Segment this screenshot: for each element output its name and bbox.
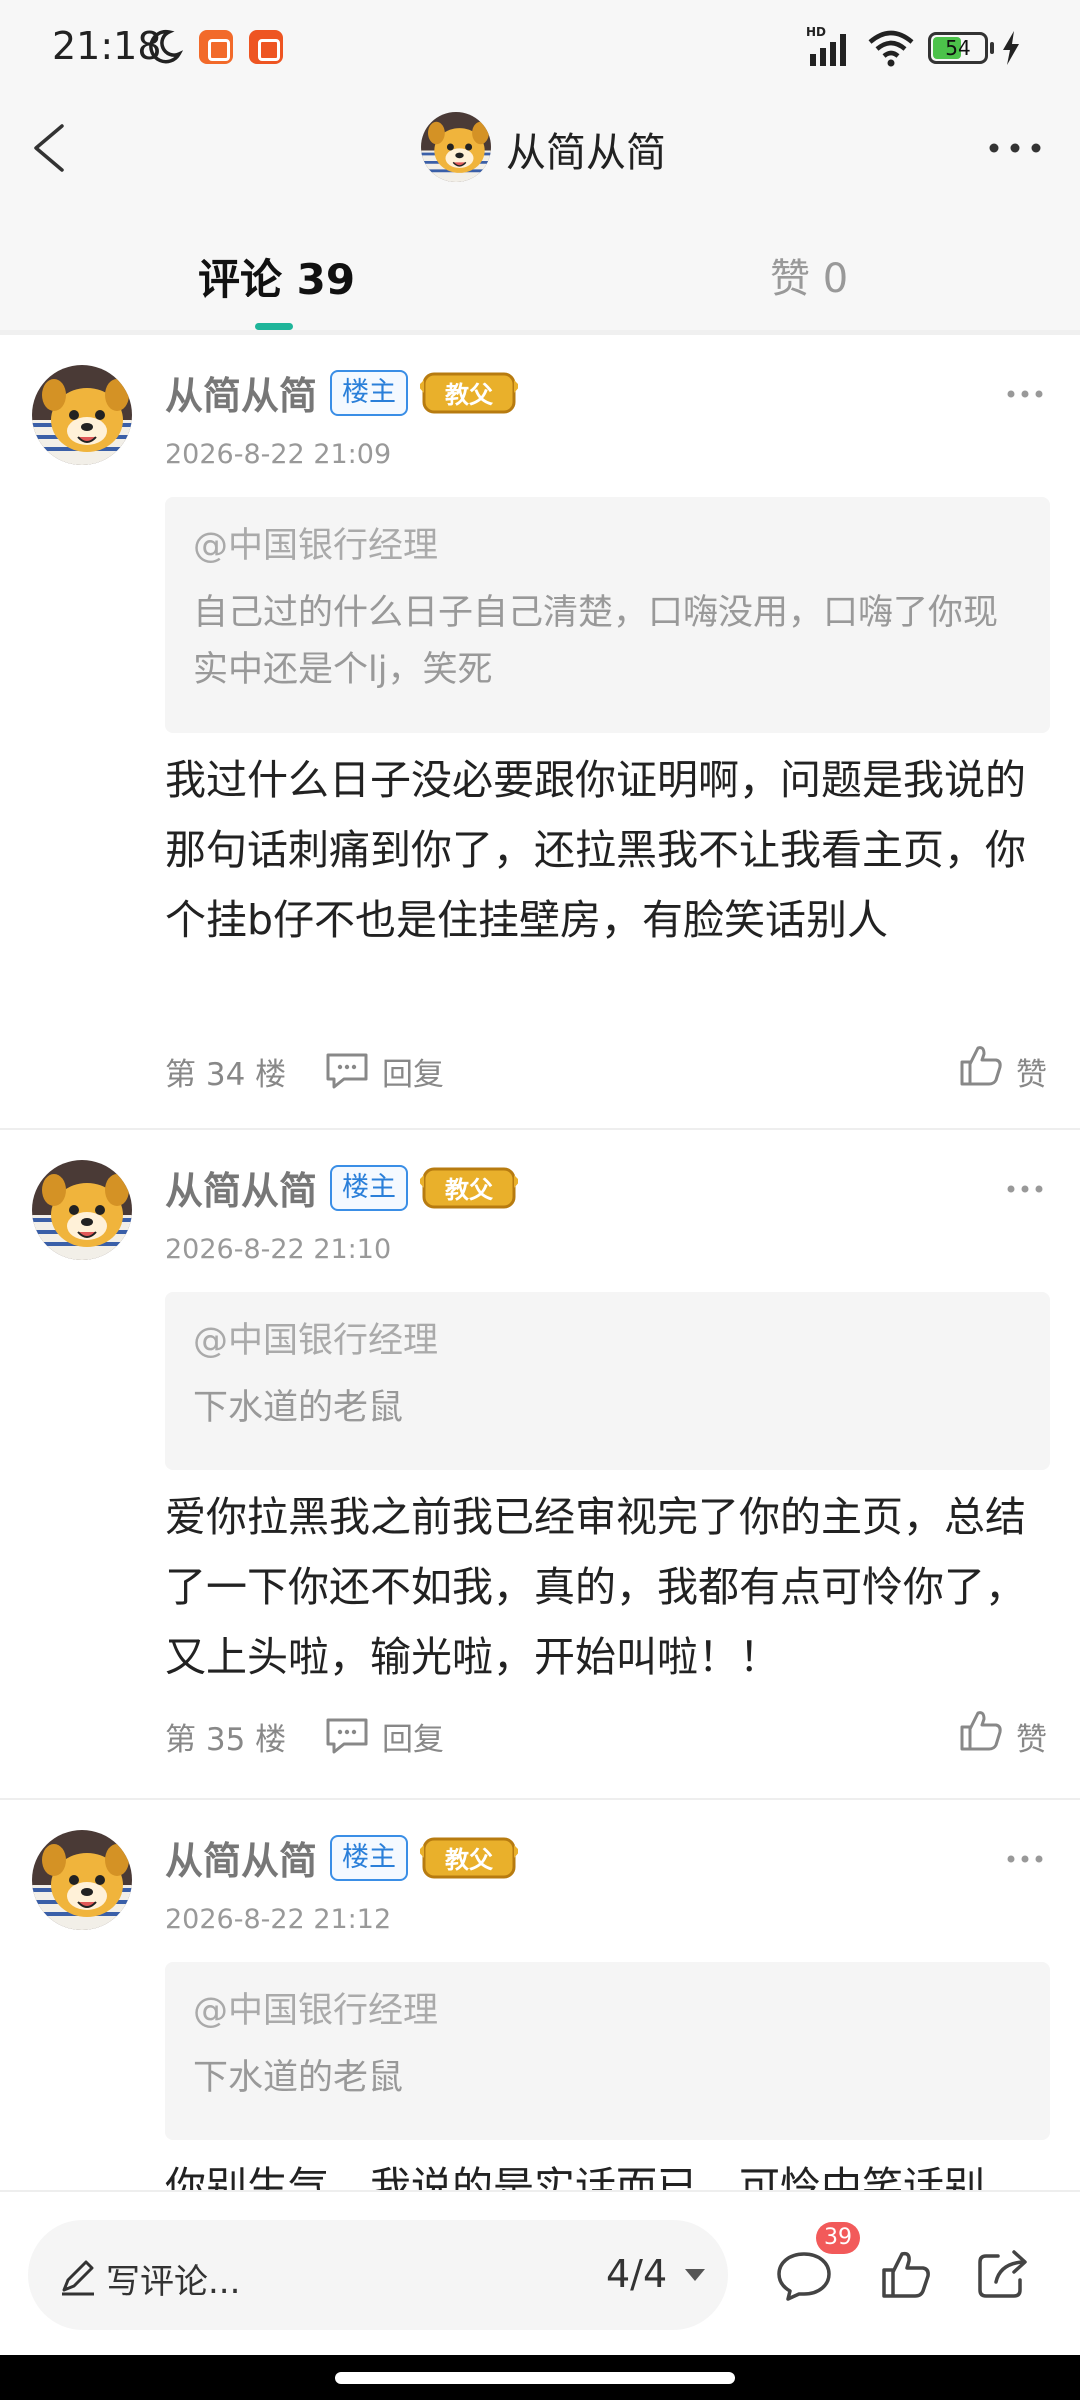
more-horizontal-icon[interactable] [1000, 379, 1050, 409]
more-horizontal-icon[interactable] [1000, 1844, 1050, 1874]
wifi-icon [868, 30, 914, 67]
moon-icon [149, 29, 183, 64]
thumbs-up-icon[interactable] [958, 1707, 1004, 1753]
comment-text: 我过什么日子没必要跟你证明啊，问题是我说的那句话刺痛到你了，还拉黑我不让我看主页… [165, 756, 1026, 944]
battery-level: 54 [945, 36, 971, 60]
network-label: HD [806, 25, 826, 39]
home-gesture-handle[interactable] [335, 2372, 735, 2384]
author-name[interactable]: 从简从简 [165, 1830, 317, 1885]
quoted-comment[interactable]: @中国银行经理 自己过的什么日子自己清楚，口嗨没用，口嗨了你现实中还是个lj，笑… [165, 497, 1050, 733]
top-app-bar: 从简从简 [0, 96, 1080, 200]
reply-button[interactable]: 回复 [382, 1049, 444, 1094]
battery-icon: 54 [928, 32, 988, 64]
page-indicator[interactable]: 4/4 [606, 2252, 667, 2296]
owner-badge: 楼主 [330, 1835, 408, 1881]
avatar[interactable] [32, 365, 132, 465]
app-notification-icon [199, 30, 233, 64]
write-comment-placeholder: 写评论... [106, 2262, 241, 2302]
tab-likes[interactable]: 赞 0 [770, 246, 848, 304]
page-title: 从简从简 [506, 130, 666, 176]
dog-avatar-icon [421, 112, 491, 182]
like-button[interactable]: 赞 [1016, 1049, 1047, 1094]
caret-down-icon[interactable] [684, 2268, 706, 2282]
timestamp: 2026-8-22 21:09 [165, 439, 392, 470]
avatar[interactable] [421, 112, 491, 182]
author-name[interactable]: 从简从简 [165, 1160, 317, 1215]
comment-item: 从简从简 楼主 教父 2026-8-22 21:12 @中国银行经理 下水道的老… [0, 1800, 1080, 2190]
reply-icon[interactable] [324, 1716, 370, 1756]
avatar[interactable] [32, 1160, 132, 1260]
quoted-comment[interactable]: @中国银行经理 下水道的老鼠 [165, 1962, 1050, 2140]
title-badge-icon: 教父 [420, 372, 518, 414]
comment-count-badge: 39 [816, 2222, 860, 2254]
charging-icon [1003, 31, 1019, 65]
quoted-comment[interactable]: @中国银行经理 下水道的老鼠 [165, 1292, 1050, 1470]
bottom-action-bar: 写评论... 4/4 39 [0, 2190, 1080, 2355]
app-notification-icon [249, 30, 283, 64]
system-navigation-bar [0, 2355, 1080, 2400]
battery-cap [990, 42, 994, 54]
reply-icon[interactable] [324, 1051, 370, 1091]
status-bar: 21:18 HD 54 [0, 0, 1080, 96]
author-name[interactable]: 从简从简 [165, 365, 317, 420]
tab-bar: 评论 39 赞 0 [0, 200, 1080, 330]
quote-mention[interactable]: @中国银行经理 [193, 1316, 1022, 1366]
title-badge-label: 教父 [445, 381, 494, 409]
dog-avatar-icon [32, 1830, 132, 1930]
title-badge-icon: 教父 [420, 1837, 518, 1879]
floor-number: 第 35 楼 [165, 1722, 287, 1758]
more-horizontal-icon[interactable] [1000, 1174, 1050, 1204]
like-button[interactable]: 赞 [1016, 1714, 1047, 1759]
quote-mention[interactable]: @中国银行经理 [193, 521, 1022, 571]
active-tab-indicator [255, 323, 293, 330]
more-horizontal-icon[interactable] [980, 118, 1050, 178]
comment-item: 从简从简 楼主 教父 2026-8-22 21:10 @中国银行经理 下水道的老… [0, 1130, 1080, 1800]
signal-icon: HD [806, 25, 846, 66]
floor-number: 第 34 楼 [165, 1057, 287, 1093]
quote-mention[interactable]: @中国银行经理 [193, 1986, 1022, 2036]
avatar[interactable] [32, 1830, 132, 1930]
thumbs-up-icon[interactable] [958, 1042, 1004, 1088]
quote-text: 自己过的什么日子自己清楚，口嗨没用，口嗨了你现实中还是个lj，笑死 [193, 593, 999, 690]
comment-text: 你别生气，我说的是实话而已，可怜中笑话别 [165, 2163, 985, 2190]
title-badge-label: 教父 [445, 1176, 494, 1204]
comment-text: 爱你拉黑我之前我已经审视完了你的主页，总结了一下你还不如我，真的，我都有点可怜你… [165, 1493, 1026, 1681]
share-icon[interactable] [976, 2248, 1030, 2300]
owner-badge: 楼主 [330, 1165, 408, 1211]
thumbs-up-icon[interactable] [880, 2248, 932, 2300]
comment-bubble-icon[interactable] [775, 2250, 833, 2302]
reply-button[interactable]: 回复 [382, 1714, 444, 1759]
owner-badge: 楼主 [330, 370, 408, 416]
timestamp: 2026-8-22 21:12 [165, 1904, 392, 1935]
comment-list[interactable]: 从简从简 楼主 教父 2026-8-22 21:09 @中国银行经理 自己过的什… [0, 335, 1080, 2190]
dog-avatar-icon [32, 1160, 132, 1260]
chevron-left-icon[interactable] [22, 118, 82, 178]
write-comment-input[interactable]: 写评论... 4/4 [28, 2220, 728, 2330]
quote-text: 下水道的老鼠 [193, 1388, 404, 1428]
title-badge-icon: 教父 [420, 1167, 518, 1209]
dog-avatar-icon [32, 365, 132, 465]
pen-icon [62, 2260, 94, 2296]
quote-text: 下水道的老鼠 [193, 2058, 404, 2098]
title-badge-label: 教父 [445, 1846, 494, 1874]
comment-item: 从简从简 楼主 教父 2026-8-22 21:09 @中国银行经理 自己过的什… [0, 335, 1080, 1130]
timestamp: 2026-8-22 21:10 [165, 1234, 392, 1265]
tab-comments[interactable]: 评论 39 [198, 246, 355, 307]
